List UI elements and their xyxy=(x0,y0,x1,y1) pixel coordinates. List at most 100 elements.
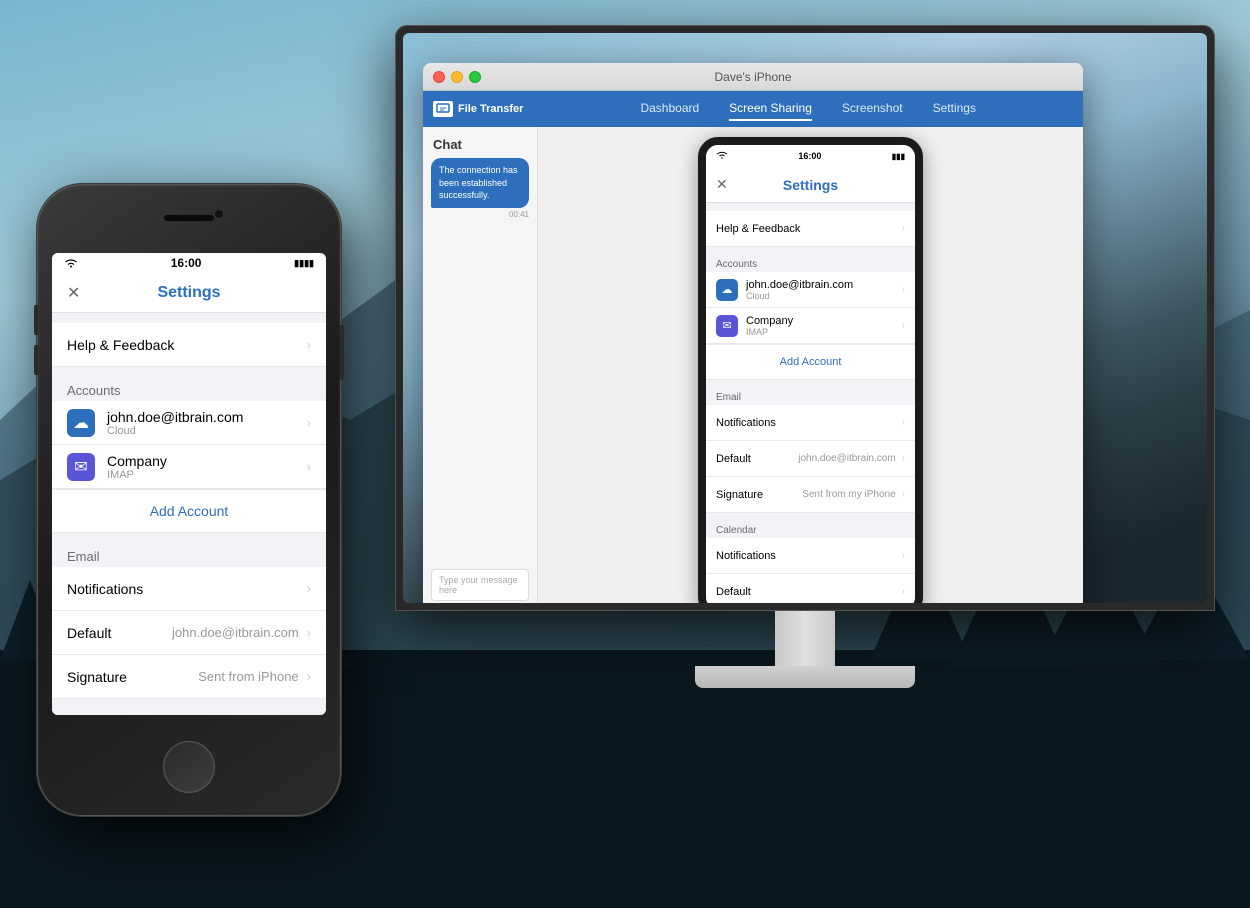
mac-content: Chat The connection has been established… xyxy=(423,127,1083,603)
iphone-account1-left: ☁ john.doe@itbrain.com Cloud xyxy=(67,409,243,437)
nav-screen-sharing[interactable]: Screen Sharing xyxy=(729,97,812,121)
mac-window: Dave's iPhone File Transfer xyxy=(423,63,1083,603)
iphone-notifications-text: Notifications xyxy=(67,581,143,597)
ios-monitor-signature-label: Signature xyxy=(716,489,763,501)
ios-monitor-notifications-chevron: › xyxy=(902,417,905,428)
ios-monitor-cal-default-text: Default xyxy=(716,586,751,598)
ios-monitor-default-right: john.doe@itbrain.com › xyxy=(798,453,905,464)
iphone-signature-chevron: › xyxy=(307,669,311,684)
iphone-account1-chevron: › xyxy=(307,415,311,430)
chat-time: 00:41 xyxy=(423,208,537,221)
traffic-lights xyxy=(433,71,481,83)
iphone-device: 16:00 ▮▮▮▮ ✕ Settings Help & Feedback › xyxy=(38,185,340,815)
chat-input-placeholder: Type your message here xyxy=(439,575,521,595)
ios-monitor-email-header: Email xyxy=(706,388,915,405)
iphone-status-time: 16:00 xyxy=(171,256,202,270)
nav-dashboard[interactable]: Dashboard xyxy=(640,97,699,121)
iphone-settings-content: Help & Feedback › Accounts ☁ john.doe@it… xyxy=(52,313,326,715)
ios-monitor-account1-chevron: › xyxy=(902,284,905,295)
ios-monitor-help-text: Help & Feedback xyxy=(716,223,800,235)
ios-monitor-account1-left: ☁ john.doe@itbrain.com Cloud xyxy=(716,279,853,301)
nav-screenshot[interactable]: Screenshot xyxy=(842,97,903,121)
toolbar-logo: File Transfer xyxy=(433,101,523,117)
ios-monitor-default[interactable]: Default john.doe@itbrain.com › xyxy=(706,441,915,477)
ios-monitor-help-chevron: › xyxy=(902,223,905,234)
iphone-signature-label: Signature xyxy=(67,669,127,685)
iphone-accounts-header: Accounts xyxy=(52,377,326,401)
ios-monitor-battery-icon: ▮▮▮ xyxy=(892,152,905,161)
ios-monitor-help-feedback[interactable]: Help & Feedback › xyxy=(706,211,915,247)
ios-screen-monitor: 16:00 ▮▮▮ ✕ Settings xyxy=(698,137,923,603)
monitor-screen: Dave's iPhone File Transfer xyxy=(403,33,1207,603)
iphone-default-chevron: › xyxy=(307,625,311,640)
iphone-notifications[interactable]: Notifications › xyxy=(52,567,326,611)
ios-monitor-gap1 xyxy=(706,203,915,211)
ios-monitor-close-button[interactable]: ✕ xyxy=(716,176,728,193)
iphone-nav-bar: ✕ Settings xyxy=(52,273,326,313)
iphone-account2-name: Company xyxy=(107,453,167,469)
iphone-battery-icon: ▮▮▮▮ xyxy=(294,258,314,269)
traffic-light-red[interactable] xyxy=(433,71,445,83)
mac-toolbar: File Transfer Dashboard Screen Sharing S… xyxy=(423,91,1083,127)
iphone-default-label: Default xyxy=(67,625,111,641)
ios-monitor-signature-value: Sent from my iPhone xyxy=(802,489,895,500)
iphone-help-feedback[interactable]: Help & Feedback › xyxy=(52,323,326,367)
iphone-account2-chevron: › xyxy=(307,459,311,474)
iphone-default[interactable]: Default john.doe@itbrain.com › xyxy=(52,611,326,655)
traffic-light-yellow[interactable] xyxy=(451,71,463,83)
chat-input-box[interactable]: Type your message here xyxy=(431,569,529,601)
logo-icon xyxy=(433,101,453,117)
ios-monitor-cal-notifications-text: Notifications xyxy=(716,550,776,562)
iphone-screen: 16:00 ▮▮▮▮ ✕ Settings Help & Feedback › xyxy=(52,253,326,715)
ios-monitor-notifications-text: Notifications xyxy=(716,417,776,429)
logo-text: File Transfer xyxy=(458,103,523,115)
chat-sidebar: Chat The connection has been established… xyxy=(423,127,538,603)
iphone-add-account[interactable]: Add Account xyxy=(52,489,326,533)
mac-titlebar: Dave's iPhone xyxy=(423,63,1083,91)
iphone-signature-right: Sent from iPhone › xyxy=(198,669,311,684)
iphone-wifi-icon xyxy=(64,257,78,269)
iphone-help-text: Help & Feedback xyxy=(67,337,174,353)
iphone-account2-type: IMAP xyxy=(107,469,167,481)
ios-monitor-account1-name: john.doe@itbrain.com xyxy=(746,279,853,291)
iphone-status-left xyxy=(64,257,78,269)
iphone-account2[interactable]: ✉ Company IMAP › xyxy=(52,445,326,489)
iphone-signature[interactable]: Signature Sent from iPhone › xyxy=(52,655,326,699)
chat-message: The connection has been established succ… xyxy=(431,158,529,208)
iphone-home-button[interactable] xyxy=(163,741,215,793)
nav-settings[interactable]: Settings xyxy=(933,97,976,121)
traffic-light-green[interactable] xyxy=(469,71,481,83)
ios-monitor-default-label: Default xyxy=(716,453,751,465)
iphone-email-header: Email xyxy=(52,543,326,567)
ios-monitor-status-icons: ▮▮▮ xyxy=(892,152,905,161)
ios-monitor-calendar-default[interactable]: Default › xyxy=(706,574,915,603)
iphone-gap1 xyxy=(52,313,326,323)
iphone-speaker xyxy=(164,215,214,221)
ios-monitor-account2[interactable]: ✉ Company IMAP › xyxy=(706,308,915,344)
ios-monitor-account1-info: john.doe@itbrain.com Cloud xyxy=(746,279,853,301)
ios-monitor-account1[interactable]: ☁ john.doe@itbrain.com Cloud › xyxy=(706,272,915,308)
ios-monitor-notifications[interactable]: Notifications › xyxy=(706,405,915,441)
ios-monitor-add-account[interactable]: Add Account xyxy=(706,344,915,380)
monitor-stand-base xyxy=(695,666,915,688)
iphone-default-value: john.doe@itbrain.com xyxy=(172,625,299,640)
window-title: Dave's iPhone xyxy=(714,70,791,84)
ios-monitor-gap2 xyxy=(706,247,915,255)
iphone-account1-name: john.doe@itbrain.com xyxy=(107,409,243,425)
ios-monitor-signature[interactable]: Signature Sent from my iPhone › xyxy=(706,477,915,513)
ios-monitor-calendar-notifications[interactable]: Notifications › xyxy=(706,538,915,574)
iphone-power-button xyxy=(340,325,344,380)
iphone-gap2 xyxy=(52,367,326,377)
monitor: Dave's iPhone File Transfer xyxy=(395,25,1215,688)
ios-monitor-account2-left: ✉ Company IMAP xyxy=(716,315,793,337)
ios-monitor-account1-type: Cloud xyxy=(746,291,853,301)
ios-monitor-gap4 xyxy=(706,513,915,521)
iphone-account2-info: Company IMAP xyxy=(107,453,167,481)
iphone-account1[interactable]: ☁ john.doe@itbrain.com Cloud › xyxy=(52,401,326,445)
iphone-status-right: ▮▮▮▮ xyxy=(294,258,314,269)
iphone-close-button[interactable]: ✕ xyxy=(67,283,80,303)
ios-monitor-account2-type: IMAP xyxy=(746,327,793,337)
ios-monitor-status-bar: 16:00 ▮▮▮ xyxy=(706,145,915,167)
ios-monitor-cal-notifications-chevron: › xyxy=(902,550,905,561)
ios-monitor-nav-title: Settings xyxy=(783,177,838,193)
